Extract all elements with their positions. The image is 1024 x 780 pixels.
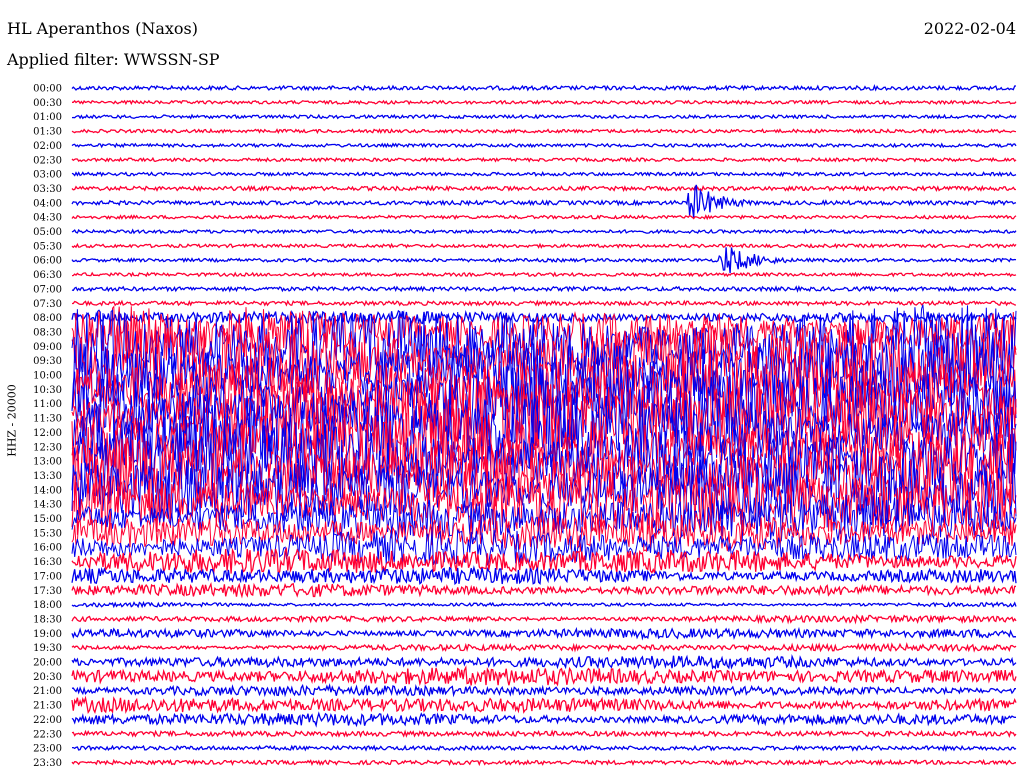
time-tick-1000: 10:00 bbox=[33, 371, 62, 382]
time-tick-1200: 12:00 bbox=[33, 428, 62, 439]
time-tick-0630: 06:30 bbox=[33, 270, 62, 281]
time-tick-1230: 12:30 bbox=[33, 442, 62, 453]
time-tick-1900: 19:00 bbox=[33, 629, 62, 640]
time-tick-0930: 09:30 bbox=[33, 356, 62, 367]
trace-row-0030 bbox=[72, 99, 1017, 106]
trace-row-2200 bbox=[71, 711, 1017, 728]
time-tick-1330: 13:30 bbox=[33, 471, 62, 482]
trace-row-0130 bbox=[71, 128, 1017, 135]
time-tick-2130: 21:30 bbox=[33, 701, 62, 712]
trace-row-0100 bbox=[71, 113, 1017, 120]
time-tick-1730: 17:30 bbox=[33, 586, 62, 597]
time-tick-1400: 14:00 bbox=[33, 485, 62, 496]
time-tick-1030: 10:30 bbox=[33, 385, 62, 396]
time-tick-1300: 13:00 bbox=[33, 457, 62, 468]
trace-row-2330 bbox=[71, 758, 1017, 767]
time-tick-1830: 18:30 bbox=[33, 614, 62, 625]
time-tick-1130: 11:30 bbox=[33, 414, 62, 425]
trace-row-0530 bbox=[71, 242, 1017, 249]
time-tick-0100: 01:00 bbox=[33, 112, 62, 123]
trace-row-0000 bbox=[71, 84, 1016, 92]
trace-row-0230 bbox=[71, 156, 1017, 163]
time-tick-1100: 11:00 bbox=[33, 399, 62, 410]
trace-row-2100 bbox=[71, 682, 1016, 698]
time-tick-2000: 20:00 bbox=[33, 658, 62, 669]
trace-row-0600 bbox=[71, 247, 1017, 274]
trace-row-0700 bbox=[71, 285, 1017, 293]
trace-row-1830 bbox=[71, 613, 1017, 625]
time-tick-1600: 16:00 bbox=[33, 543, 62, 554]
trace-row-0500 bbox=[71, 228, 1017, 235]
time-tick-0400: 04:00 bbox=[33, 198, 62, 209]
trace-row-0200 bbox=[71, 142, 1017, 149]
time-tick-0800: 08:00 bbox=[33, 313, 62, 324]
trace-row-0430 bbox=[71, 214, 1017, 221]
time-tick-2030: 20:30 bbox=[33, 672, 62, 683]
time-tick-0030: 00:30 bbox=[33, 98, 62, 109]
time-tick-0700: 07:00 bbox=[33, 284, 62, 295]
trace-row-2230 bbox=[71, 729, 1017, 738]
time-tick-0300: 03:00 bbox=[33, 170, 62, 181]
time-tick-2330: 23:30 bbox=[33, 758, 62, 769]
time-tick-1800: 18:00 bbox=[33, 600, 62, 611]
time-tick-2230: 22:30 bbox=[33, 729, 62, 740]
time-tick-0330: 03:30 bbox=[33, 184, 62, 195]
trace-row-2300 bbox=[72, 744, 1017, 752]
trace-row-0730 bbox=[72, 299, 1017, 307]
seismogram-plot: 00:00 00:30 01:00 01:30 02:00 02:30 03:00 03:30… bbox=[33, 84, 1017, 769]
time-tick-1700: 17:00 bbox=[33, 571, 62, 582]
time-tick-0900: 09:00 bbox=[33, 342, 62, 353]
time-tick-2300: 23:00 bbox=[33, 744, 62, 755]
trace-row-1800 bbox=[71, 600, 1017, 609]
time-tick-0600: 06:00 bbox=[33, 256, 62, 267]
time-tick-0530: 05:30 bbox=[33, 241, 62, 252]
trace-row-2000 bbox=[71, 654, 1017, 670]
time-tick-1430: 14:30 bbox=[33, 500, 62, 511]
time-tick-1530: 15:30 bbox=[33, 528, 62, 539]
trace-group bbox=[71, 84, 1017, 767]
time-tick-1930: 19:30 bbox=[33, 643, 62, 654]
trace-row-0330 bbox=[71, 184, 1016, 193]
time-tick-1630: 16:30 bbox=[33, 557, 62, 568]
trace-row-1900 bbox=[71, 626, 1017, 641]
trace-row-1730 bbox=[71, 582, 1016, 599]
trace-row-2130 bbox=[71, 695, 1017, 715]
time-tick-0830: 08:30 bbox=[33, 327, 62, 338]
time-tick-0730: 07:30 bbox=[33, 299, 62, 310]
time-tick-0000: 00:00 bbox=[33, 84, 62, 95]
time-tick-2200: 22:00 bbox=[33, 715, 62, 726]
time-tick-0200: 02:00 bbox=[33, 141, 62, 152]
time-tick-0430: 04:30 bbox=[33, 213, 62, 224]
trace-row-0300 bbox=[71, 170, 1017, 178]
time-tick-labels: 00:00 00:30 01:00 01:30 02:00 02:30 03:00 03:30… bbox=[33, 84, 62, 769]
time-tick-1500: 15:00 bbox=[33, 514, 62, 525]
trace-row-2030 bbox=[71, 665, 1017, 687]
time-tick-0130: 01:30 bbox=[33, 127, 62, 138]
time-tick-0500: 05:00 bbox=[33, 227, 62, 238]
time-tick-2100: 21:00 bbox=[33, 686, 62, 697]
trace-row-0630 bbox=[71, 271, 1017, 278]
trace-row-1930 bbox=[71, 642, 1017, 654]
time-tick-0230: 02:30 bbox=[33, 155, 62, 166]
